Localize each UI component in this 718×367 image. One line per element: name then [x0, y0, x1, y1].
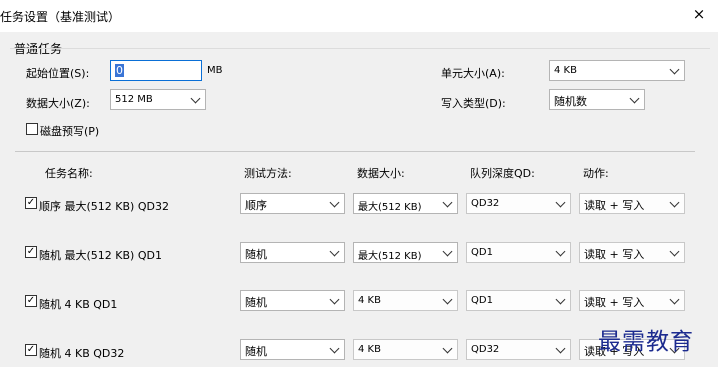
- chevron-down-icon: [190, 93, 201, 104]
- chevron-down-icon: [555, 343, 566, 354]
- task-action-value: 读取 + 写入: [584, 248, 645, 261]
- data-size-value: 512 MB: [115, 94, 153, 105]
- unit-size-value: 4 KB: [554, 65, 577, 76]
- chevron-down-icon: [669, 197, 680, 208]
- task-action-value: 读取 + 写入: [584, 199, 645, 212]
- column-header-size: 数据大小:: [357, 167, 405, 180]
- chevron-down-icon: [442, 294, 453, 305]
- chevron-down-icon: [555, 197, 566, 208]
- write-type-select[interactable]: 随机数: [549, 89, 645, 110]
- task-checkbox[interactable]: ✓: [25, 295, 37, 307]
- task-qd-select[interactable]: QD1: [466, 242, 571, 263]
- task-method-value: 随机: [245, 248, 267, 261]
- task-action-select[interactable]: 读取 + 写入: [579, 193, 685, 214]
- chevron-down-icon: [669, 246, 680, 257]
- task-name: 随机 最大(512 KB) QD1: [39, 249, 162, 262]
- task-checkbox[interactable]: ✓: [25, 246, 37, 258]
- start-position-unit: MB: [207, 65, 223, 76]
- task-size-select[interactable]: 最大(512 KB): [353, 193, 458, 214]
- task-action-select[interactable]: 读取 + 写入: [579, 290, 685, 311]
- chevron-down-icon: [555, 246, 566, 257]
- task-name: 随机 4 KB QD1: [39, 298, 118, 311]
- close-icon[interactable]: ×: [690, 5, 708, 23]
- chevron-down-icon: [442, 197, 453, 208]
- column-header-action: 动作:: [583, 167, 609, 180]
- task-checkbox[interactable]: ✓: [25, 197, 37, 209]
- task-method-value: 随机: [245, 345, 267, 358]
- task-method-select[interactable]: 顺序: [240, 193, 345, 214]
- task-action-value: 读取 + 写入: [584, 296, 645, 309]
- task-name: 顺序 最大(512 KB) QD32: [39, 200, 169, 213]
- unit-size-select[interactable]: 4 KB: [549, 60, 685, 81]
- start-position-input[interactable]: 0: [110, 60, 202, 81]
- task-size-value: 最大(512 KB): [358, 251, 422, 262]
- chevron-down-icon: [442, 343, 453, 354]
- chevron-down-icon: [442, 246, 453, 257]
- task-qd-value: QD1: [471, 247, 493, 258]
- title-bar: 任务设置（基准测试） ×: [0, 0, 718, 32]
- task-qd-value: QD1: [471, 295, 493, 306]
- task-method-value: 顺序: [245, 199, 267, 212]
- column-header-name: 任务名称:: [45, 167, 93, 180]
- task-size-value: 4 KB: [358, 344, 381, 355]
- prewrite-checkbox[interactable]: [26, 123, 38, 135]
- write-type-value: 随机数: [554, 95, 587, 108]
- column-header-method: 测试方法:: [244, 167, 292, 180]
- group-divider: [10, 48, 710, 49]
- data-size-select[interactable]: 512 MB: [110, 89, 206, 110]
- window-title: 任务设置（基准测试）: [0, 10, 121, 24]
- task-size-select[interactable]: 4 KB: [353, 339, 458, 360]
- chevron-down-icon: [555, 294, 566, 305]
- task-size-select[interactable]: 4 KB: [353, 290, 458, 311]
- prewrite-label: 磁盘预写(P): [40, 125, 100, 138]
- task-qd-select[interactable]: QD1: [466, 290, 571, 311]
- task-size-value: 最大(512 KB): [358, 202, 422, 213]
- chevron-down-icon: [629, 93, 640, 104]
- chevron-down-icon: [329, 294, 340, 305]
- start-position-value: 0: [115, 64, 124, 77]
- task-qd-value: QD32: [471, 198, 500, 209]
- chevron-down-icon: [669, 64, 680, 75]
- task-checkbox[interactable]: ✓: [25, 344, 37, 356]
- unit-size-label: 单元大小(A):: [441, 67, 505, 80]
- task-name: 随机 4 KB QD32: [39, 347, 125, 360]
- task-method-select[interactable]: 随机: [240, 290, 345, 311]
- task-action-select[interactable]: 读取 + 写入: [579, 242, 685, 263]
- chevron-down-icon: [329, 197, 340, 208]
- task-qd-select[interactable]: QD32: [466, 339, 571, 360]
- task-size-select[interactable]: 最大(512 KB): [353, 242, 458, 263]
- start-position-label: 起始位置(S):: [26, 67, 90, 80]
- section-divider: [15, 151, 695, 152]
- task-method-select[interactable]: 随机: [240, 242, 345, 263]
- task-size-value: 4 KB: [358, 295, 381, 306]
- task-method-value: 随机: [245, 296, 267, 309]
- chevron-down-icon: [669, 294, 680, 305]
- task-qd-value: QD32: [471, 344, 500, 355]
- chevron-down-icon: [329, 246, 340, 257]
- task-method-select[interactable]: 随机: [240, 339, 345, 360]
- write-type-label: 写入类型(D):: [441, 97, 506, 110]
- column-header-qd: 队列深度QD:: [470, 167, 535, 180]
- chevron-down-icon: [329, 343, 340, 354]
- task-qd-select[interactable]: QD32: [466, 193, 571, 214]
- data-size-label: 数据大小(Z):: [26, 97, 90, 110]
- watermark-logo: 最需教育: [598, 329, 694, 355]
